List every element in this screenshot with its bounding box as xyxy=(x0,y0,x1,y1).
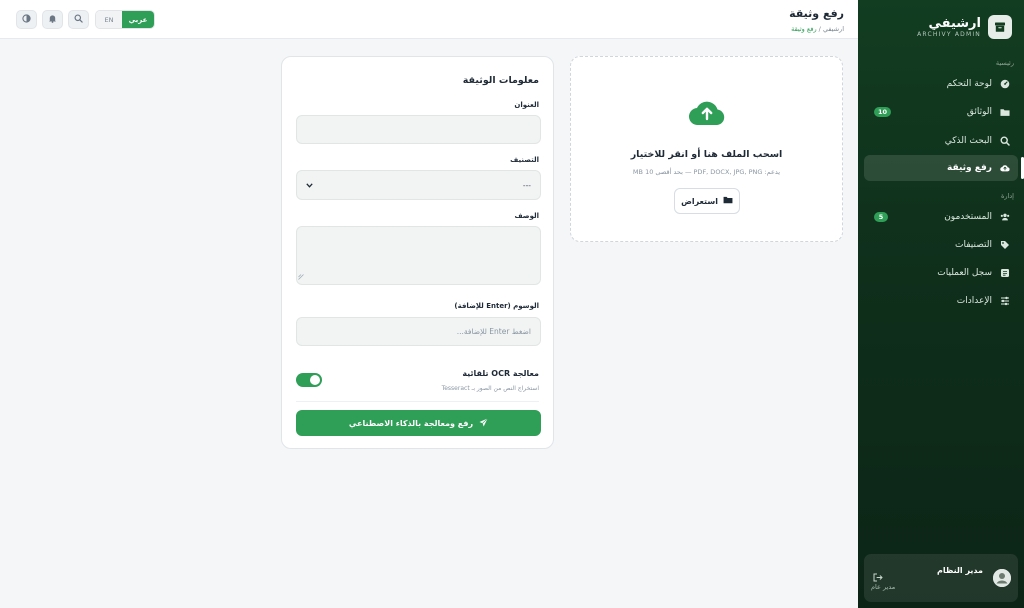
title-label: العنوان xyxy=(514,101,539,109)
user-role: مدير عام xyxy=(871,582,896,591)
logout-icon[interactable] xyxy=(873,573,883,585)
archive-box-icon xyxy=(988,15,1012,39)
contrast-icon xyxy=(22,13,31,26)
tags-label: الوسوم (Enter للإضافة) xyxy=(454,302,539,310)
sidebar-item-users[interactable]: المستخدمون 5 xyxy=(864,204,1018,230)
cloud-upload-icon xyxy=(688,97,726,130)
theme-toggle-button[interactable] xyxy=(16,10,37,29)
sidebar-item-settings[interactable]: الإعدادات xyxy=(864,288,1018,314)
description-wrapper xyxy=(296,226,541,285)
sidebar-item-documents[interactable]: الوثائق 10 xyxy=(864,99,1018,125)
sidebar-item-label: سجل العمليات xyxy=(937,268,992,278)
search-icon xyxy=(1000,136,1010,146)
category-label: التصنيف xyxy=(510,156,539,164)
brand-name: ارشيفي xyxy=(928,16,981,31)
ocr-title: معالجة OCR تلقائية xyxy=(462,369,539,378)
description-label: الوصف xyxy=(514,212,539,220)
users-icon xyxy=(1000,212,1010,222)
ocr-description: استخراج النص من الصور بـ Tesseract xyxy=(441,385,539,392)
avatar[interactable] xyxy=(993,569,1011,587)
bell-icon xyxy=(48,14,57,26)
dropzone-hint: يدعم: PDF, DOCX, JPG, PNG — بحد أقصى 10 … xyxy=(632,168,781,176)
sidebar-item-dashboard[interactable]: لوحة التحكم xyxy=(864,71,1018,97)
search-icon xyxy=(74,13,83,26)
lang-ar-button[interactable]: عربي xyxy=(122,11,154,28)
upload-process-button[interactable]: رفع ومعالجة بالذكاء الاصطناعي xyxy=(296,410,541,436)
sidebar-item-upload[interactable]: رفع وثيقة xyxy=(864,155,1024,181)
search-button[interactable] xyxy=(68,10,89,29)
language-switch: EN عربي xyxy=(95,10,155,29)
document-info-card: معلومات الوثيقة العنوان التصنيف --- الوص… xyxy=(281,56,554,449)
sidebar-section-admin: إدارة xyxy=(1000,192,1014,200)
tags-input[interactable] xyxy=(296,317,541,346)
category-selected-value: --- xyxy=(522,180,531,190)
breadcrumb-current: رفع وثيقة xyxy=(791,25,817,33)
sidebar-item-smart-search[interactable]: البحث الذكي xyxy=(864,128,1018,154)
dropzone-title: اسحب الملف هنا أو انقر للاختيار xyxy=(630,149,783,160)
submit-label: رفع ومعالجة بالذكاء الاصطناعي xyxy=(348,418,474,428)
card-title: معلومات الوثيقة xyxy=(462,75,539,86)
upload-dropzone[interactable]: اسحب الملف هنا أو انقر للاختيار يدعم: PD… xyxy=(570,56,843,242)
lang-en-button[interactable]: EN xyxy=(96,11,122,28)
brand-subtitle: ARCHIVY ADMIN xyxy=(917,31,981,38)
page-title: رفع وثيقة xyxy=(789,7,844,20)
paper-plane-icon xyxy=(479,417,488,429)
breadcrumb: ارشيفي / رفع وثيقة xyxy=(791,25,844,33)
tags-icon xyxy=(1000,240,1010,250)
history-icon xyxy=(1000,268,1010,278)
users-count-badge: 5 xyxy=(874,212,888,222)
toggle-knob xyxy=(310,375,320,385)
sidebar-item-activity-log[interactable]: سجل العمليات xyxy=(864,260,1018,286)
breadcrumb-home[interactable]: ارشيفي xyxy=(823,25,844,33)
description-textarea[interactable] xyxy=(296,226,541,285)
user-card[interactable]: مدير النظام مدير عام xyxy=(864,554,1018,602)
brand[interactable]: ارشيفي ARCHIVY ADMIN xyxy=(917,12,1012,42)
sidebar-item-label: رفع وثيقة xyxy=(947,163,992,173)
resize-grip-icon[interactable] xyxy=(298,273,304,283)
sidebar-item-label: الوثائق xyxy=(966,107,992,117)
category-select[interactable]: --- xyxy=(296,170,541,200)
folder-open-icon xyxy=(723,196,733,206)
title-input[interactable] xyxy=(296,115,541,144)
user-name: مدير النظام xyxy=(936,565,983,575)
topbar: رفع وثيقة ارشيفي / رفع وثيقة EN عربي xyxy=(0,0,858,39)
sidebar-item-label: لوحة التحكم xyxy=(946,79,992,89)
sidebar-item-label: البحث الذكي xyxy=(944,136,992,146)
chevron-down-icon xyxy=(306,181,313,190)
sidebar: ارشيفي ARCHIVY ADMIN رئيسية لوحة التحكم … xyxy=(858,0,1024,608)
sidebar-item-categories[interactable]: التصنيفات xyxy=(864,232,1018,258)
sidebar-item-label: المستخدمون xyxy=(944,212,992,222)
notifications-button[interactable] xyxy=(42,10,63,29)
divider xyxy=(296,401,539,402)
sliders-icon xyxy=(1000,296,1010,306)
ocr-toggle[interactable] xyxy=(296,373,322,387)
documents-count-badge: 10 xyxy=(874,107,892,117)
dashboard-icon xyxy=(1000,79,1010,89)
folder-icon xyxy=(1000,107,1010,117)
cloud-upload-icon xyxy=(1000,163,1010,173)
browse-button[interactable]: استعراض xyxy=(674,188,740,214)
sidebar-item-label: التصنيفات xyxy=(955,240,992,250)
sidebar-item-label: الإعدادات xyxy=(956,296,992,306)
browse-label: استعراض xyxy=(681,196,718,206)
sidebar-section-main: رئيسية xyxy=(995,59,1014,67)
